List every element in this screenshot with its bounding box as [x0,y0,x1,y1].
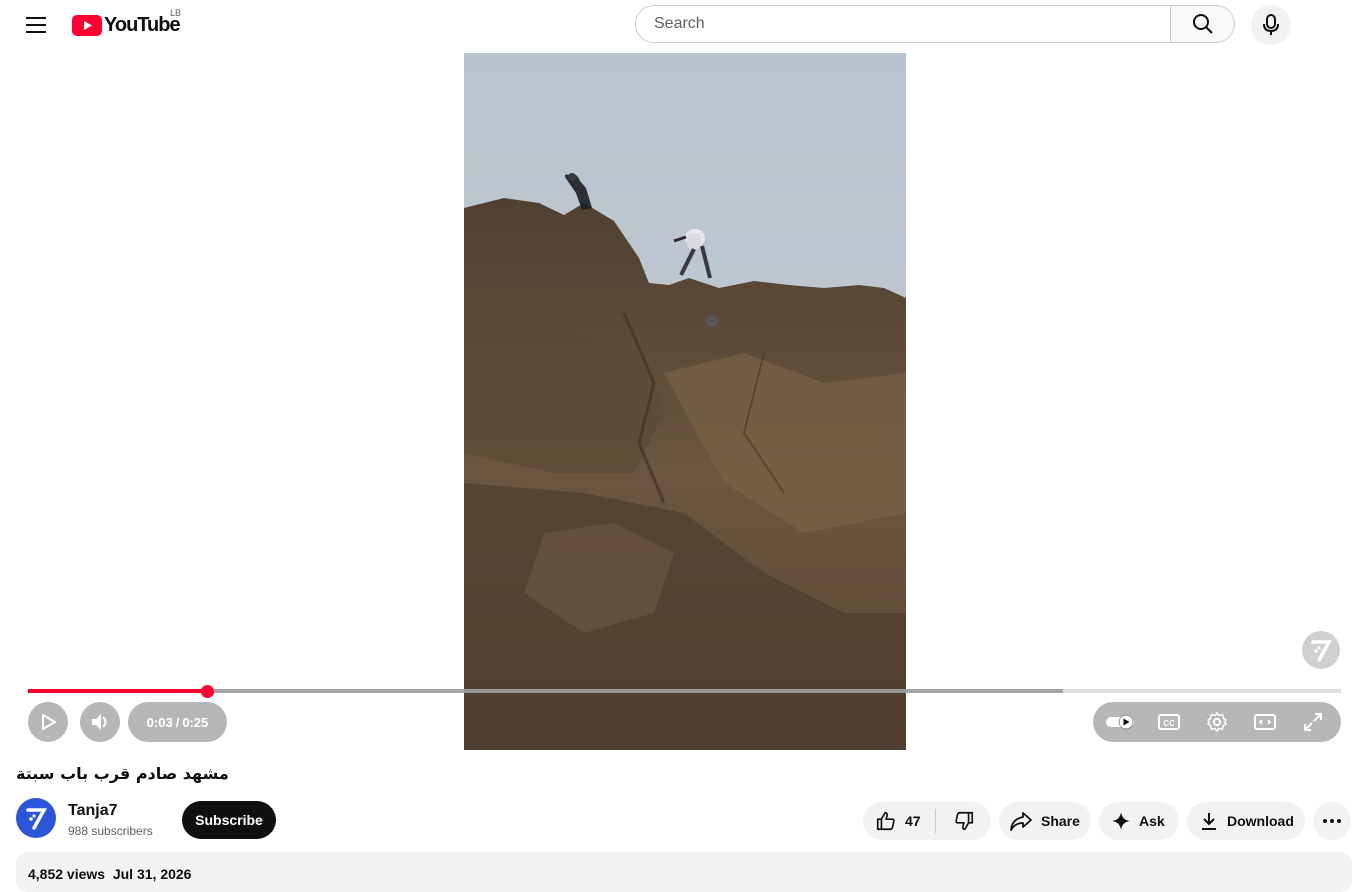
volume-icon [92,714,107,730]
autoplay-toggle[interactable] [1101,702,1141,742]
play-button[interactable] [28,702,68,742]
sparkle-icon [1112,812,1130,830]
youtube-play-logo-icon [72,14,102,36]
search-button[interactable] [1171,5,1235,43]
hamburger-icon [26,17,46,33]
ask-button[interactable]: Ask [1099,802,1179,840]
fullscreen-icon [1304,713,1322,731]
volume-button[interactable] [80,702,120,742]
download-icon [1202,813,1216,830]
progress-scrubber-handle[interactable] [201,684,215,698]
like-dislike-group: 47 [863,802,991,840]
logo-wordmark: YouTube [104,13,181,36]
share-icon [1010,812,1032,831]
voice-search-button[interactable] [1251,5,1291,45]
channel-logo-icon [26,808,47,830]
captions-button[interactable]: CC [1149,702,1189,742]
subscribe-button[interactable]: Subscribe [182,801,276,839]
mic-icon [1263,14,1279,35]
theater-mode-button[interactable] [1245,702,1285,742]
region-code: LB [170,8,182,18]
search-bar [635,5,1171,43]
like-count: 47 [905,813,921,829]
dislike-button[interactable] [936,802,991,840]
description-box[interactable]: 4,852 views Jul 31, 2026 [16,852,1352,892]
fullscreen-button[interactable] [1293,702,1333,742]
gear-icon [1207,712,1227,732]
share-button[interactable]: Share [999,802,1091,840]
share-label: Share [1041,813,1080,829]
player-right-controls: CC [1093,702,1341,742]
more-horizontal-icon [1323,819,1341,823]
time-display: 0:03 / 0:25 [128,702,227,742]
thumbs-up-icon [876,811,895,831]
like-button[interactable]: 47 [863,802,935,840]
progress-played [28,689,208,693]
subscriber-count: 988 subscribers [68,824,153,838]
settings-button[interactable] [1197,702,1237,742]
play-icon [42,714,56,730]
upload-date: Jul 31, 2026 [112,866,192,882]
video-frame[interactable] [464,53,906,750]
download-label: Download [1227,813,1294,829]
video-title: مشهد صادم قرب باب سبتة [16,764,229,783]
thumbs-down-icon [954,811,973,831]
channel-watermark[interactable] [1302,631,1340,669]
svg-text:CC: CC [1163,719,1175,728]
channel-avatar[interactable] [16,798,56,838]
download-button[interactable]: Download [1187,802,1305,840]
duration: 0:25 [182,714,209,730]
current-time: 0:03 [146,714,173,730]
description-meta: 4,852 views Jul 31, 2026 [28,866,191,882]
theater-icon [1254,714,1276,730]
video-scene [464,53,906,750]
search-input[interactable] [652,14,1170,34]
channel-logo-icon [1311,640,1332,662]
autoplay-toggle-icon [1106,714,1134,730]
ask-label: Ask [1139,813,1165,829]
cc-icon: CC [1158,714,1180,730]
time-separator: / [175,714,180,730]
view-count: 4,852 views [28,866,106,882]
more-actions-button[interactable] [1313,802,1351,840]
channel-name[interactable]: Tanja7 [68,802,118,820]
menu-button[interactable] [16,5,56,45]
progress-bar[interactable] [28,684,1341,698]
youtube-logo[interactable]: YouTube LB [72,8,181,37]
search-icon [1192,14,1213,34]
